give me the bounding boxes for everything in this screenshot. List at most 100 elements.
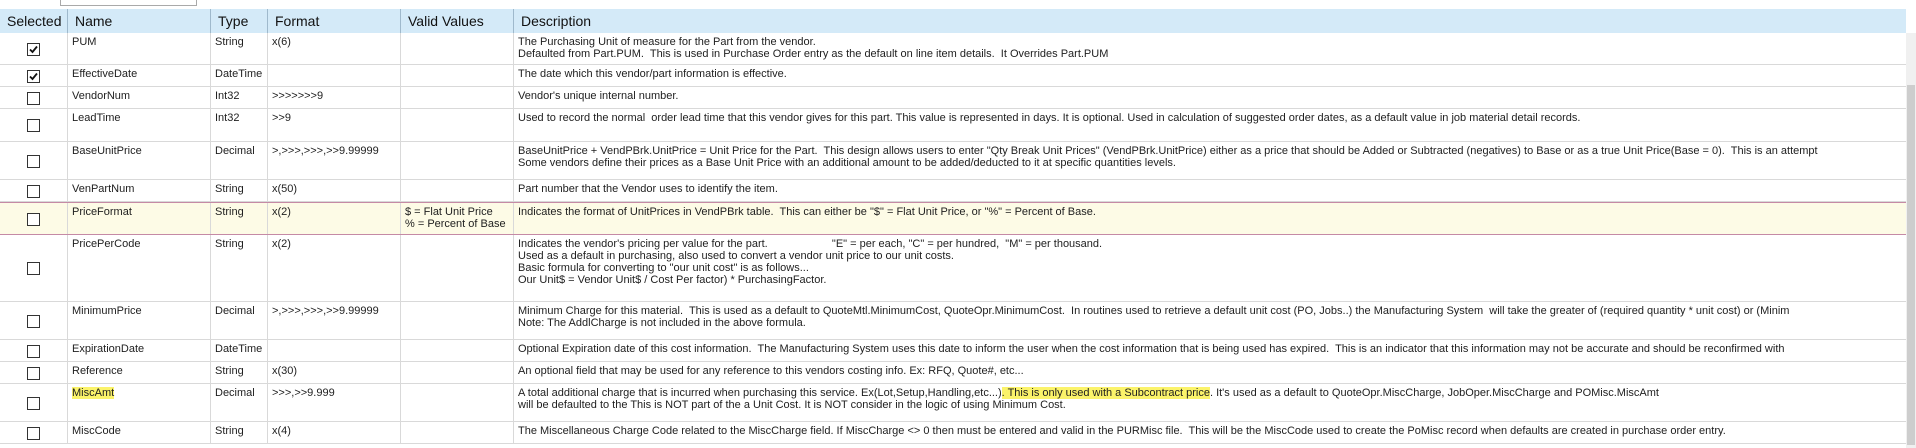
field-type: Int32: [215, 90, 240, 102]
type-cell: String: [211, 422, 268, 443]
description-line: will be defaulted to the This is NOT par…: [518, 399, 1066, 411]
description-text: A total additional charge that is incurr…: [518, 387, 1002, 399]
field-name: PriceFormat: [72, 206, 132, 218]
type-cell: Decimal: [211, 302, 268, 339]
valid-values-cell: [401, 235, 514, 301]
scrollbar-thumb[interactable]: [1907, 85, 1915, 445]
table-row[interactable]: BaseUnitPrice Decimal >,>>>,>>>,>>9.99999 B…: [0, 142, 1906, 180]
description-line: Defaulted from Part.PUM. This is used in…: [518, 48, 1109, 60]
selected-cell: [0, 362, 68, 383]
name-cell: MiscCode: [68, 422, 211, 443]
field-format: >,>>>,>>>,>>9.99999: [272, 305, 379, 317]
type-cell: Decimal: [211, 384, 268, 421]
column-header-valid-values[interactable]: Valid Values: [401, 9, 514, 33]
name-cell: MiscAmt: [68, 384, 211, 421]
name-cell: BaseUnitPrice: [68, 142, 211, 179]
description-line: Part number that the Vendor uses to iden…: [518, 183, 778, 195]
format-cell: [268, 65, 401, 86]
format-cell: >>>>>>>9: [268, 87, 401, 108]
selected-checkbox[interactable]: [27, 397, 40, 410]
table-row[interactable]: LeadTime Int32 >>9 Used to record the norma…: [0, 109, 1906, 142]
highlighted-text: . This is only used with a Subcontract p…: [1001, 387, 1210, 399]
description-text: . It's used as a default to QuoteOpr.Mis…: [1209, 387, 1659, 399]
field-format: >>>>>>>9: [272, 90, 324, 102]
selected-cell: [0, 340, 68, 361]
type-cell: Int32: [211, 87, 268, 108]
selected-checkbox[interactable]: [27, 185, 40, 198]
table-row[interactable]: MiscCode String x(4) The Miscellaneous Char…: [0, 422, 1906, 444]
field-format: x(4): [272, 425, 291, 437]
selected-checkbox-checked[interactable]: [27, 70, 40, 83]
selected-checkbox[interactable]: [27, 213, 40, 226]
description-line: Our Unit$ = Vendor Unit$ / Cost Per fact…: [518, 274, 827, 286]
selected-checkbox-checked[interactable]: [27, 43, 40, 56]
valid-values-cell: [401, 180, 514, 201]
filter-input[interactable]: [60, 0, 197, 6]
table-row[interactable]: PUM String x(6) The Purchasing Unit of meas…: [0, 33, 1906, 65]
selected-cell: [0, 203, 68, 234]
field-name: Reference: [72, 365, 123, 377]
table-row[interactable]: PricePerCode String x(2) Indicates the vend…: [0, 235, 1906, 302]
format-cell: >,>>>,>>>,>>9.99999: [268, 142, 401, 179]
table-row[interactable]: Reference String x(30) An optional field th…: [0, 362, 1906, 384]
description-cell: The date which this vendor/part informat…: [514, 65, 1906, 86]
selected-checkbox[interactable]: [27, 262, 40, 275]
format-cell: x(6): [268, 33, 401, 64]
table-row[interactable]: ExpirationDate DateTime Optional Expiratio…: [0, 340, 1906, 362]
field-name: PUM: [72, 36, 97, 48]
selected-cell: [0, 302, 68, 339]
description-line: Vendor's unique internal number.: [518, 90, 679, 102]
field-format: >>9: [272, 112, 291, 124]
field-type: String: [215, 183, 244, 195]
column-header-selected[interactable]: Selected: [0, 9, 68, 33]
valid-values-cell: [401, 384, 514, 421]
selected-checkbox[interactable]: [27, 345, 40, 358]
selected-checkbox[interactable]: [27, 92, 40, 105]
table-row[interactable]: MiscAmt Decimal >>>,>>9.999 A total additio…: [0, 384, 1906, 422]
field-name: VenPartNum: [72, 183, 135, 195]
field-type: String: [215, 36, 244, 48]
field-format: x(6): [272, 36, 291, 48]
selected-cell: [0, 422, 68, 443]
field-format: [272, 343, 396, 355]
valid-values-cell: [401, 65, 514, 86]
valid-value: % = Percent of Base: [405, 218, 506, 230]
selected-checkbox[interactable]: [27, 315, 40, 328]
column-header-description[interactable]: Description: [514, 9, 1906, 33]
selected-cell: [0, 142, 68, 179]
description-cell: BaseUnitPrice + VendPBrk.UnitPrice = Uni…: [514, 142, 1906, 179]
table-row[interactable]: MinimumPrice Decimal >,>>>,>>>,>>9.99999 Mi…: [0, 302, 1906, 340]
field-type: String: [215, 425, 244, 437]
grid-header: Selected Name Type Format Valid Values D…: [0, 9, 1906, 34]
selected-checkbox[interactable]: [27, 427, 40, 440]
type-cell: String: [211, 180, 268, 201]
type-cell: Int32: [211, 109, 268, 141]
selected-cell: [0, 180, 68, 201]
name-cell: VendorNum: [68, 87, 211, 108]
field-name: MiscAmt: [72, 387, 115, 399]
table-row[interactable]: VendorNum Int32 >>>>>>>9 Vendor's unique in…: [0, 87, 1906, 109]
vertical-scrollbar[interactable]: [1906, 33, 1916, 448]
name-cell: PricePerCode: [68, 235, 211, 301]
table-row[interactable]: VenPartNum String x(50) Part number that th…: [0, 180, 1906, 202]
format-cell: >>9: [268, 109, 401, 141]
column-header-type[interactable]: Type: [211, 9, 268, 33]
type-cell: String: [211, 203, 268, 234]
table-row[interactable]: PriceFormat String x(2) $ = Flat Unit Price…: [0, 202, 1906, 235]
field-type: Decimal: [215, 145, 255, 157]
selected-checkbox[interactable]: [27, 119, 40, 132]
field-format: x(50): [272, 183, 298, 195]
selected-checkbox[interactable]: [27, 155, 40, 168]
description-line: Optional Expiration date of this cost in…: [518, 343, 1785, 355]
valid-values-cell: [401, 362, 514, 383]
field-type: Decimal: [215, 387, 255, 399]
description-cell: Indicates the vendor's pricing per value…: [514, 235, 1906, 301]
column-header-format[interactable]: Format: [268, 9, 401, 33]
selected-checkbox[interactable]: [27, 367, 40, 380]
table-row[interactable]: EffectiveDate DateTime The date which this…: [0, 65, 1906, 87]
selected-cell: [0, 65, 68, 86]
type-cell: String: [211, 235, 268, 301]
description-cell: Indicates the format of UnitPrices in Ve…: [514, 203, 1906, 234]
column-header-name[interactable]: Name: [68, 9, 211, 33]
field-type: String: [215, 238, 244, 250]
